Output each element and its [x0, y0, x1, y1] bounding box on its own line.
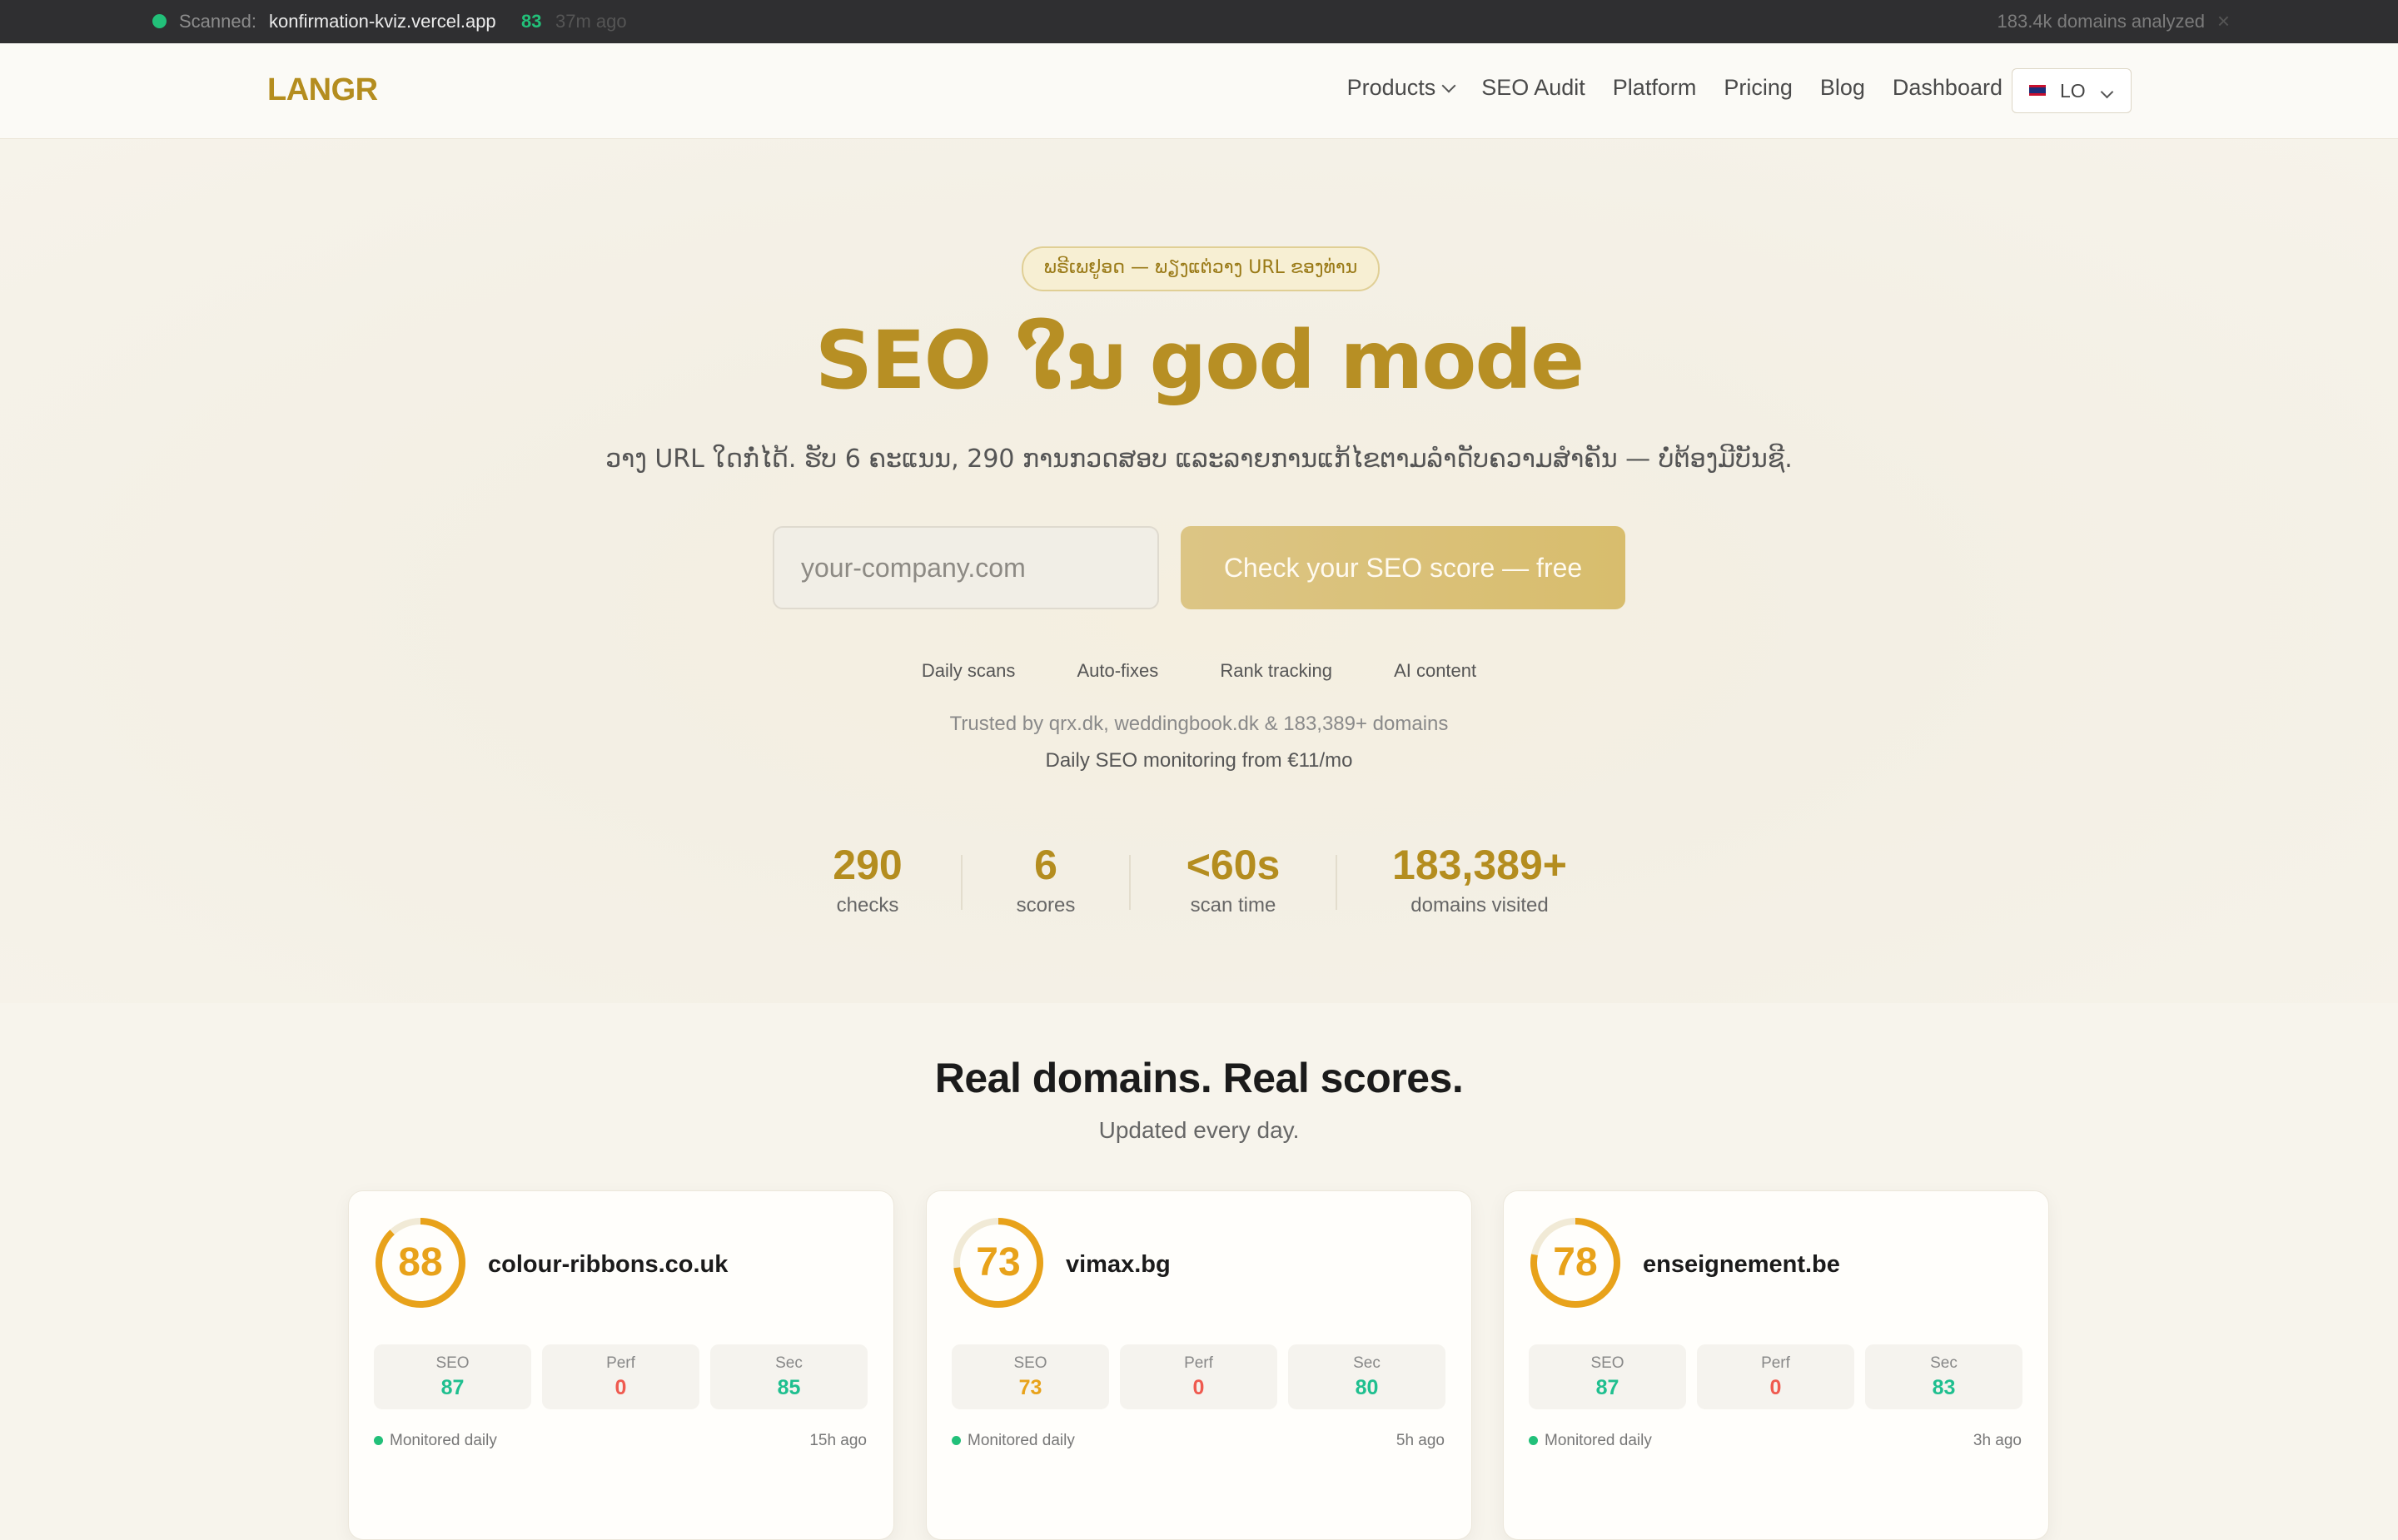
pricing-note: Daily SEO monitoring from €11/mo	[1045, 749, 1353, 772]
score-ring: 73	[952, 1216, 1045, 1309]
chevron-down-icon	[2100, 85, 2114, 99]
score-ring: 78	[1529, 1216, 1622, 1309]
metric-seo: SEO 87	[374, 1344, 531, 1409]
domain-card[interactable]: 73 vimax.bg SEO 73 Perf 0 Sec 80 Monitor…	[926, 1190, 1472, 1540]
stat-number: <60s	[1186, 842, 1281, 888]
laos-flag-icon	[2029, 85, 2046, 96]
hero-section: ພຣີເພຢູອດ — ພຽງແຕ່ວາງ URL ຂອງທ່ານ SEO ໃນ…	[0, 139, 2398, 1003]
monitored-status: Monitored daily	[1529, 1432, 1652, 1450]
metric-perf: Perf 0	[1697, 1344, 1854, 1409]
hero-headline: SEO ໃນ god mode	[814, 314, 1585, 407]
metric-seo: SEO 87	[1529, 1344, 1686, 1409]
monitored-status: Monitored daily	[374, 1432, 497, 1450]
scan-notification-bar: Scanned: konfirmation-kviz.vercel.app 83…	[0, 0, 2398, 43]
monitored-status: Monitored daily	[952, 1432, 1075, 1450]
nav-dashboard[interactable]: Dashboard	[1893, 75, 2002, 101]
feature-daily-scans: Daily scans	[921, 660, 1016, 681]
stat-scan-time: <60s scan time	[1154, 841, 1312, 917]
nav-links: Products SEO Audit Platform Pricing Blog…	[1347, 75, 2002, 101]
stat-number: 183,389+	[1392, 842, 1567, 888]
scan-timestamp: 37m ago	[555, 11, 627, 32]
stat-label: domains visited	[1410, 894, 1549, 917]
score-ring: 88	[374, 1216, 467, 1309]
metric-seo: SEO 73	[952, 1344, 1109, 1409]
langr-logo[interactable]: LANGR	[267, 72, 378, 108]
overall-score: 73	[976, 1240, 1021, 1284]
nav-pricing[interactable]: Pricing	[1724, 75, 1793, 101]
stat-scores: 6 scores	[988, 841, 1104, 917]
scan-label: Scanned:	[179, 11, 256, 32]
stat-checks: 290 checks	[799, 841, 936, 917]
card-domain: vimax.bg	[1066, 1251, 1171, 1278]
scanned-score: 83	[521, 11, 542, 32]
nav-seo-audit[interactable]: SEO Audit	[1481, 75, 1585, 101]
card-domain: enseignement.be	[1643, 1251, 1840, 1278]
feature-ai-content: AI content	[1394, 660, 1477, 681]
hero-subtitle: ວາງ URL ໃດກໍ່ໄດ້. ຮັບ 6 ຄະແນນ, 290 ການກວ…	[605, 445, 1793, 474]
feature-auto-fixes: Auto-fixes	[1077, 660, 1159, 681]
stat-label: scores	[1016, 894, 1076, 917]
language-selector[interactable]: LO	[2012, 68, 2132, 113]
domains-analyzed-count: 183.4k domains analyzed	[1997, 11, 2206, 32]
nav-blog[interactable]: Blog	[1820, 75, 1865, 101]
metric-perf: Perf 0	[1120, 1344, 1277, 1409]
metric-sec: Sec 85	[710, 1344, 868, 1409]
section-subtitle: Updated every day.	[1098, 1117, 1300, 1143]
domain-card[interactable]: 78 enseignement.be SEO 87 Perf 0 Sec 83 …	[1503, 1190, 2049, 1540]
stat-divider	[961, 855, 963, 910]
trusted-by-text: Trusted by qrx.dk, weddingbook.dk & 183,…	[949, 713, 1449, 735]
section-title: Real domains. Real scores.	[934, 1055, 1464, 1101]
card-domain: colour-ribbons.co.uk	[488, 1251, 729, 1278]
stat-label: scan time	[1190, 894, 1276, 917]
language-code: LO	[2060, 80, 2086, 102]
last-scan-time: 5h ago	[1396, 1432, 1445, 1449]
overall-score: 88	[398, 1240, 443, 1284]
stat-number: 290	[833, 842, 903, 888]
feature-list: Daily scans Auto-fixes Rank tracking AI …	[0, 660, 2398, 682]
nav-products[interactable]: Products	[1347, 75, 1456, 101]
url-input[interactable]	[773, 526, 1159, 609]
chevron-down-icon	[1441, 78, 1456, 93]
stat-label: checks	[836, 894, 899, 917]
last-scan-time: 3h ago	[1973, 1432, 2022, 1449]
scanned-domain-link[interactable]: konfirmation-kviz.vercel.app	[269, 11, 496, 32]
last-scan-time: 15h ago	[809, 1432, 867, 1449]
check-seo-score-button[interactable]: Check your SEO score — free	[1181, 526, 1625, 609]
status-dot-icon	[152, 14, 167, 28]
metric-perf: Perf 0	[542, 1344, 699, 1409]
stat-divider	[1129, 855, 1131, 910]
hero-badge: ພຣີເພຢູອດ — ພຽງແຕ່ວາງ URL ຂອງທ່ານ	[1022, 246, 1380, 291]
domain-card[interactable]: 88 colour-ribbons.co.uk SEO 87 Perf 0 Se…	[348, 1190, 894, 1540]
status-dot-icon	[1529, 1436, 1538, 1445]
stat-divider	[1336, 855, 1337, 910]
nav-platform[interactable]: Platform	[1613, 75, 1697, 101]
overall-score: 78	[1553, 1240, 1598, 1284]
feature-rank-tracking: Rank tracking	[1220, 660, 1332, 681]
main-navbar: LANGR Products SEO Audit Platform Pricin…	[0, 43, 2398, 139]
close-icon[interactable]: ×	[2217, 8, 2230, 34]
stat-number: 6	[1034, 842, 1057, 888]
status-dot-icon	[952, 1436, 961, 1445]
stat-domains: 183,389+ domains visited	[1361, 841, 1599, 917]
metric-sec: Sec 83	[1865, 1344, 2022, 1409]
status-dot-icon	[374, 1436, 383, 1445]
metric-sec: Sec 80	[1288, 1344, 1445, 1409]
